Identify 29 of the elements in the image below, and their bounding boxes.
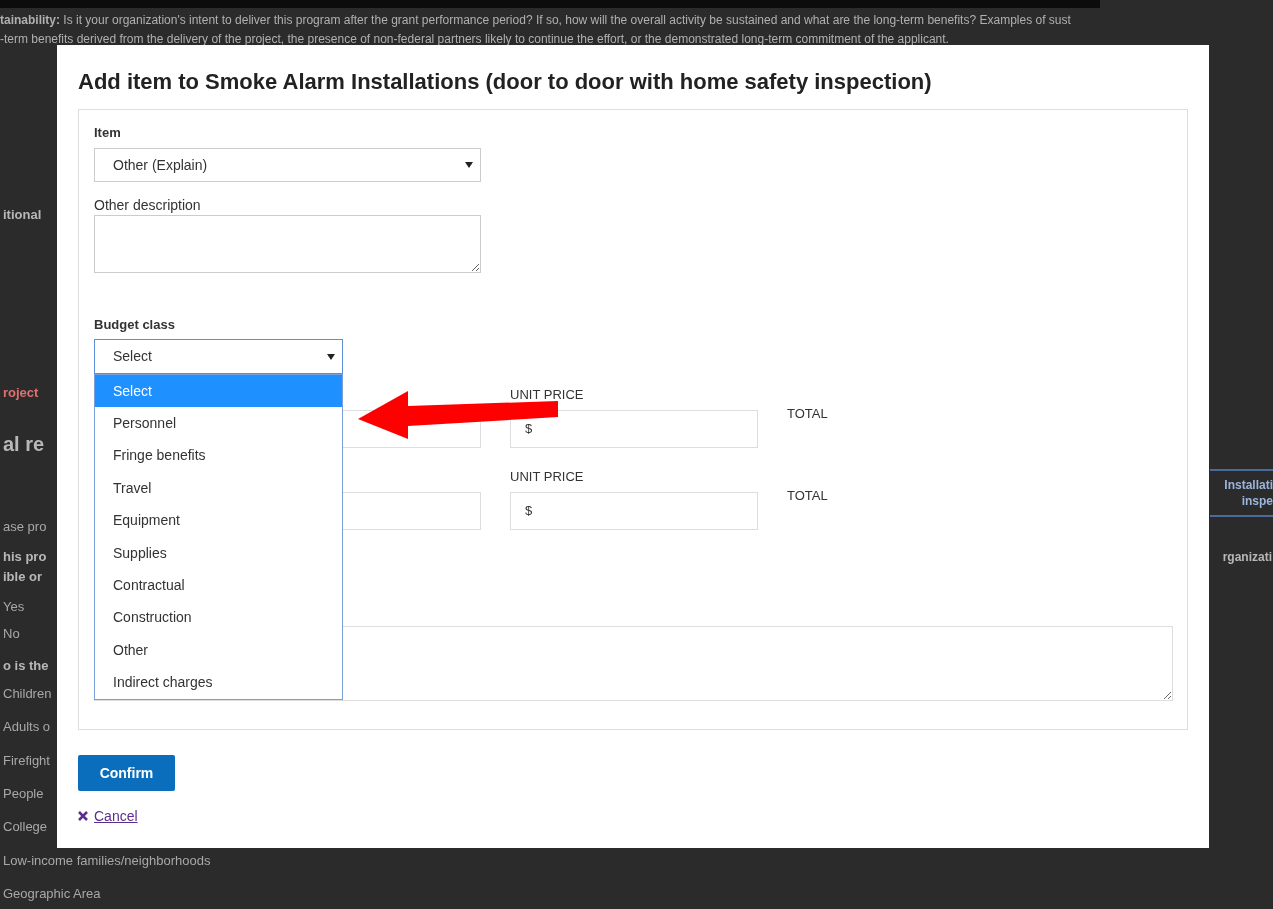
page-text: al re bbox=[3, 432, 45, 457]
field-label: Item bbox=[94, 124, 122, 142]
page-tab-label: Installati bbox=[1224, 477, 1273, 493]
page-text: No bbox=[3, 625, 20, 643]
page-text: ase pro bbox=[3, 518, 47, 536]
page-text: itional bbox=[3, 206, 42, 224]
field-label: UNIT PRICE bbox=[510, 468, 585, 486]
page-text: Low-income families/neighborhoods bbox=[3, 852, 211, 870]
page-paragraph-line: tainability: Is it your organization's intent to deliver this program after the grant performance period? If so, how will the overall activity be sustained and what are the long-term benefits? Examples of sust bbox=[0, 12, 1072, 29]
page-text: Firefight bbox=[3, 752, 50, 770]
page-text: roject bbox=[3, 384, 39, 402]
page-text: o is the bbox=[3, 657, 49, 675]
page-text: his pro bbox=[3, 548, 47, 566]
page-tab-label: inspe bbox=[1241, 493, 1273, 509]
total-label: TOTAL bbox=[787, 487, 828, 505]
page-text: Yes bbox=[3, 598, 25, 616]
page-text: Children bbox=[3, 685, 52, 703]
page-text: Geographic Area bbox=[3, 885, 101, 903]
page-text: rganizati bbox=[1222, 549, 1273, 566]
page-text: ible or bbox=[3, 568, 42, 586]
page-text: College bbox=[3, 818, 48, 836]
page-paragraph-line: -term benefits derived from the delivery of the project, the presence of non-federal partners likely to continue the effort, or the demonstrated long-term commitment of the applicant. bbox=[0, 31, 950, 48]
total-label: TOTAL bbox=[787, 405, 828, 423]
page-text: People bbox=[3, 785, 44, 803]
dialog-title: Add item to Smoke Alarm Installations (door to door with home safety inspection) bbox=[78, 68, 933, 96]
field-label: Other description bbox=[94, 196, 202, 214]
field-label: Budget class bbox=[94, 316, 176, 334]
field-label: UNIT PRICE bbox=[510, 386, 585, 404]
page-text: Adults o bbox=[3, 718, 50, 736]
